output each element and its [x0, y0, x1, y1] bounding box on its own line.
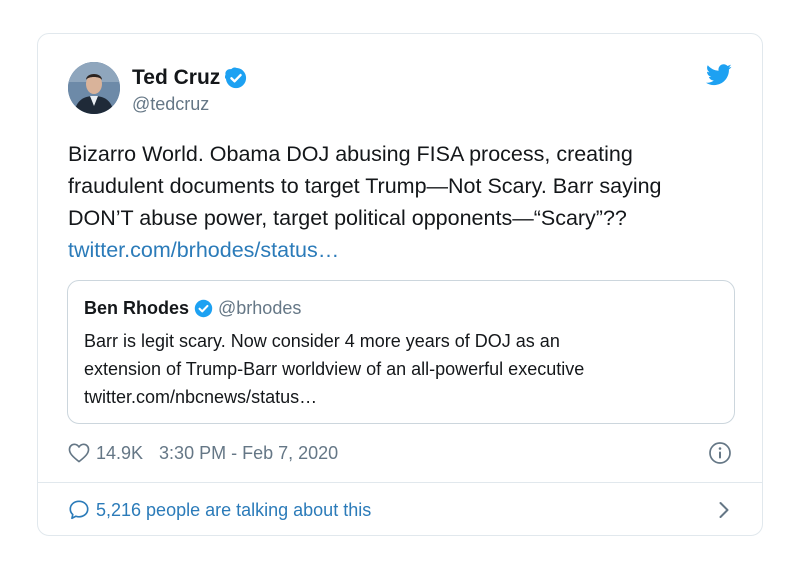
tweet-card: Ted Cruz @tedcruz Bizarro World. Obama D… [37, 33, 763, 536]
quoted-tweet[interactable]: Ben Rhodes @brhodes Barr is legit scary.… [67, 280, 735, 424]
tweet-line: DON’T abuse power, target political oppo… [68, 206, 627, 230]
speech-bubble-icon [69, 500, 89, 520]
author-handle[interactable]: @tedcruz [132, 94, 209, 115]
quoted-author-handle: @brhodes [218, 297, 302, 318]
quoted-text: Barr is legit scary. Now consider 4 more… [84, 327, 584, 411]
info-icon[interactable] [708, 441, 732, 465]
verified-badge-icon [225, 67, 247, 89]
tweet-header: Ted Cruz @tedcruz [68, 62, 732, 116]
author-name[interactable]: Ted Cruz [132, 66, 220, 90]
tweet-timestamp[interactable]: 3:30 PM - Feb 7, 2020 [159, 443, 338, 464]
tweet-meta: 14.9K 3:30 PM - Feb 7, 2020 [68, 440, 732, 466]
tweet-line: fraudulent documents to target Trump—Not… [68, 174, 662, 198]
quoted-author-row: Ben Rhodes @brhodes [84, 296, 301, 320]
quoted-author-name: Ben Rhodes [84, 297, 190, 318]
quoted-line: Barr is legit scary. Now consider 4 more… [84, 331, 560, 351]
chevron-right-icon[interactable] [718, 501, 730, 519]
quoted-line: extension of Trump-Barr worldview of an … [84, 359, 585, 379]
avatar-image [68, 62, 120, 114]
conversation-link[interactable]: 5,216 people are talking about this [68, 496, 732, 524]
tweet-link[interactable]: twitter.com/brhodes/status… [68, 238, 339, 262]
like-count[interactable]: 14.9K [96, 443, 143, 464]
tweet-line: Bizarro World. Obama DOJ abusing FISA pr… [68, 142, 633, 166]
quoted-line: twitter.com/nbcnews/status… [84, 387, 318, 407]
author-name-row: Ted Cruz [132, 64, 247, 92]
avatar[interactable] [68, 62, 120, 114]
heart-icon[interactable] [68, 443, 90, 463]
tweet-text: Bizarro World. Obama DOJ abusing FISA pr… [68, 138, 728, 266]
divider [38, 482, 762, 483]
verified-badge-icon [194, 299, 213, 317]
twitter-bird-icon[interactable] [706, 64, 732, 86]
talking-count[interactable]: 5,216 people are talking about this [96, 500, 371, 521]
